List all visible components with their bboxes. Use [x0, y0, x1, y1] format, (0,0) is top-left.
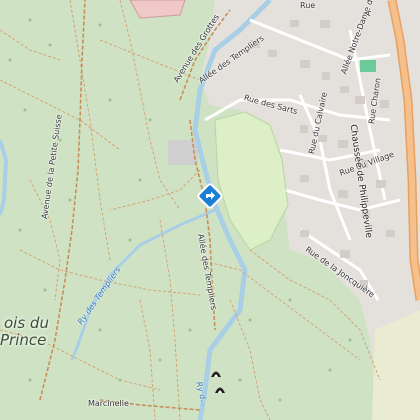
cave-icon[interactable] — [210, 368, 222, 378]
direction-diamond-icon[interactable] — [197, 183, 223, 209]
label-road-top: Rue — [300, 1, 316, 10]
area-label-line2: Prince — [0, 331, 47, 349]
map-background — [0, 0, 420, 420]
area-label-line1: ois du — [4, 314, 49, 332]
map-canvas[interactable]: Avenue des Grottes Allée des Templiers A… — [0, 0, 420, 420]
label-marcinelle: Marcinelle — [88, 399, 129, 408]
cave-icon[interactable] — [214, 384, 226, 394]
label-road-top-right: A — [363, 9, 373, 17]
